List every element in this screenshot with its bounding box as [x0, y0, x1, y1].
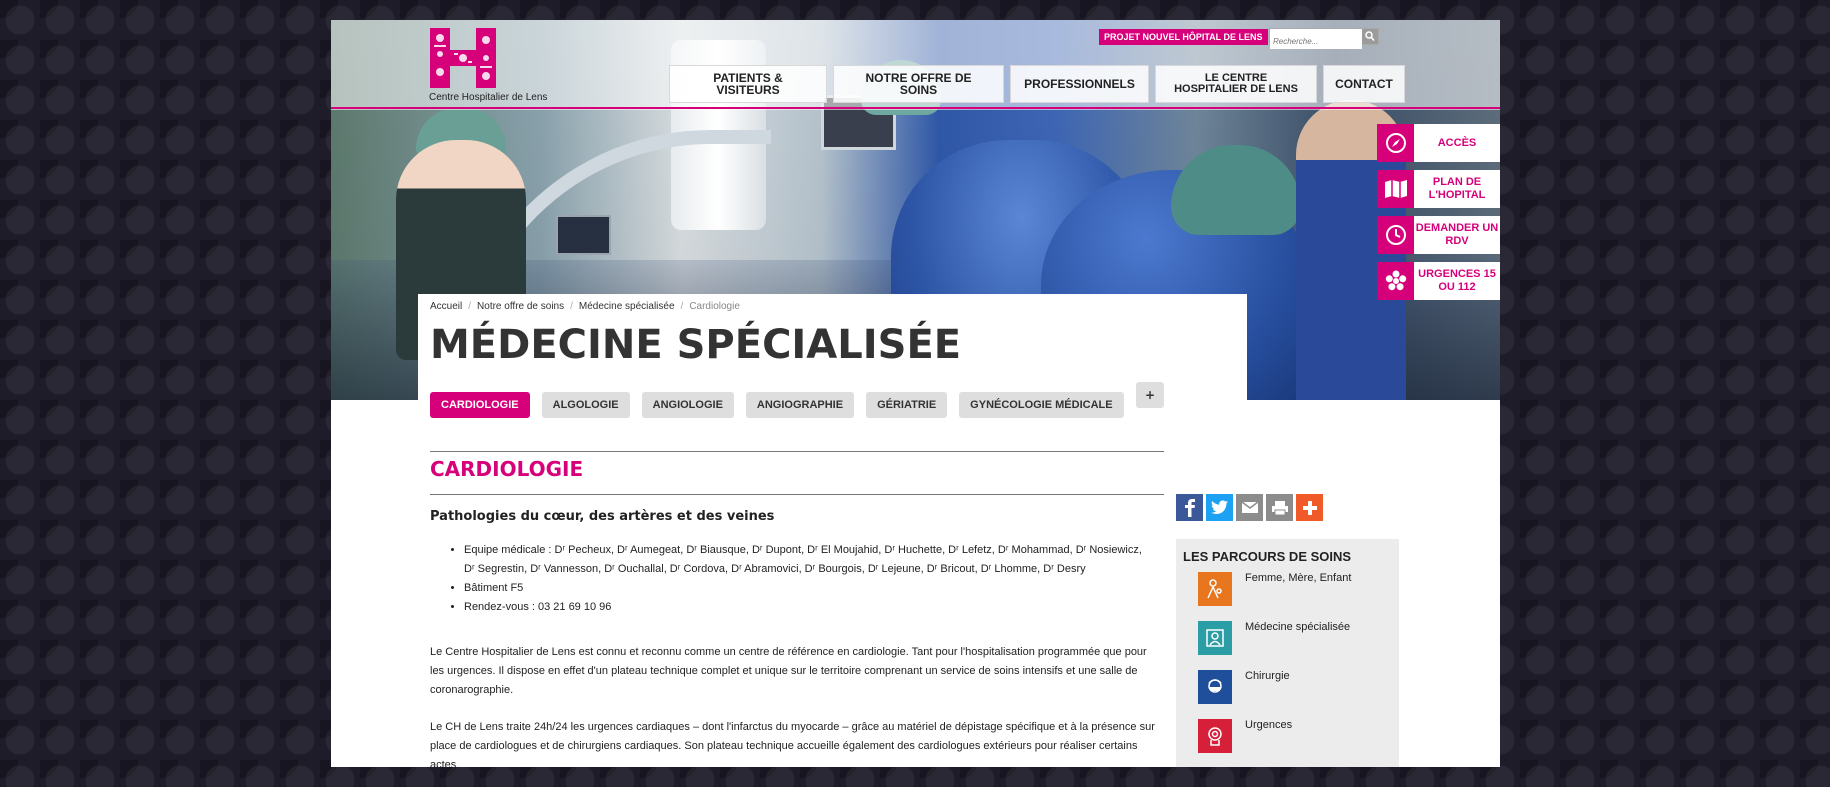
surgeon-icon [1198, 670, 1232, 704]
breadcrumb-medecine[interactable]: Médecine spécialisée [579, 301, 675, 312]
section-subtitle: Pathologies du cœur, des artères et des … [430, 509, 775, 524]
parcours-item-medecine-specialisee[interactable]: Médecine spécialisée [1198, 621, 1388, 657]
tab-gynecologie-medicale[interactable]: GYNÉCOLOGIE MÉDICALE [959, 392, 1124, 418]
quick-link-label: PLAN DE L'HOPITAL [1428, 176, 1486, 201]
tab-cardiologie[interactable]: CARDIOLOGIE [430, 392, 530, 418]
nav-offre-de-soins[interactable]: NOTRE OFFRE DE SOINS [833, 65, 1004, 103]
page: Centre Hospitalier de Lens PROJET NOUVEL… [331, 20, 1500, 767]
breadcrumb-offre[interactable]: Notre offre de soins [477, 301, 564, 312]
parcours-label: Médecine spécialisée [1245, 621, 1351, 633]
email-icon[interactable] [1236, 494, 1263, 521]
main-nav: PATIENTS & VISITEURS NOTRE OFFRE DE SOIN… [669, 65, 1405, 103]
quick-link-label: URGENCES 15 OU 112 [1418, 268, 1496, 293]
breadcrumb-current: Cardiologie [689, 301, 740, 312]
twitter-icon[interactable] [1206, 494, 1233, 521]
tab-angiologie[interactable]: ANGIOLOGIE [641, 392, 734, 418]
quick-link-rdv[interactable]: DEMANDER UN RDV [1377, 216, 1500, 254]
divider [430, 451, 1164, 452]
info-list: Equipe médicale : Dʳ Pecheux, Dʳ Aumegea… [464, 541, 1154, 617]
more-tabs-button[interactable]: + [1136, 382, 1164, 408]
section-title: CARDIOLOGIE [430, 457, 584, 481]
project-new-hospital-button[interactable]: PROJET NOUVEL HÔPITAL DE LENS [1099, 29, 1268, 45]
nav-professionnels[interactable]: PROFESSIONNELS [1010, 65, 1149, 103]
clock-icon [1377, 216, 1414, 254]
parcours-item-femme-mere-enfant[interactable]: Femme, Mère, Enfant [1198, 572, 1388, 608]
facebook-icon[interactable] [1176, 494, 1203, 521]
share-bar [1176, 494, 1323, 521]
parcours-item-urgences[interactable]: Urgences [1198, 719, 1388, 755]
quick-link-label: DEMANDER UN RDV [1415, 222, 1499, 247]
quick-link-acces[interactable]: ACCÈS [1377, 124, 1500, 162]
tab-geriatrie[interactable]: GÉRIATRIE [866, 392, 948, 418]
page-title: MÉDECINE SPÉCIALISÉE [430, 322, 962, 368]
map-icon [1377, 170, 1414, 208]
logo-text: Centre Hospitalier de Lens [429, 92, 548, 103]
breadcrumb: Accueil / Notre offre de soins / Médecine sp… [430, 301, 740, 312]
parcours-de-soins: LES PARCOURS DE SOINS Femme, Mère, Enfan… [1176, 539, 1399, 767]
search-input[interactable] [1270, 34, 1362, 49]
quick-link-urgences[interactable]: URGENCES 15 OU 112 [1377, 262, 1500, 300]
nav-patients-visiteurs[interactable]: PATIENTS & VISITEURS [669, 65, 827, 103]
asterisk-icon [1377, 262, 1414, 300]
emergency-icon [1198, 719, 1232, 753]
logo[interactable] [430, 28, 500, 91]
print-icon[interactable] [1266, 494, 1293, 521]
logo-icon [430, 28, 496, 88]
divider [430, 494, 1164, 495]
breadcrumb-home[interactable]: Accueil [430, 301, 462, 312]
info-building: Bâtiment F5 [464, 579, 1154, 598]
nav-centre-hospitalier[interactable]: LE CENTRE HOSPITALIER DE LENS [1155, 65, 1317, 103]
search-icon [1365, 31, 1375, 42]
parcours-label: Chirurgie [1245, 670, 1290, 682]
mother-child-icon [1198, 572, 1232, 606]
info-appointment: Rendez-vous : 03 21 69 10 96 [464, 598, 1154, 617]
specialty-tabs: CARDIOLOGIE ALGOLOGIE ANGIOLOGIE ANGIOGR… [430, 392, 1124, 418]
medicine-icon [1198, 621, 1232, 655]
info-medical-team: Equipe médicale : Dʳ Pecheux, Dʳ Aumegea… [464, 541, 1154, 579]
search-button[interactable] [1362, 29, 1378, 44]
nav-contact[interactable]: CONTACT [1323, 65, 1405, 103]
parcours-label: Femme, Mère, Enfant [1245, 572, 1352, 584]
quick-link-label: ACCÈS [1437, 136, 1477, 149]
parcours-label: Urgences [1245, 719, 1293, 731]
quick-link-plan[interactable]: PLAN DE L'HOPITAL [1377, 170, 1500, 208]
tab-angiographie[interactable]: ANGIOGRAPHIE [745, 392, 855, 418]
header-divider [331, 107, 1500, 109]
compass-icon [1377, 124, 1414, 162]
parcours-title: LES PARCOURS DE SOINS [1183, 549, 1352, 564]
parcours-item-chirurgie[interactable]: Chirurgie [1198, 670, 1388, 706]
paragraph: Le CH de Lens traite 24h/24 les urgences… [430, 721, 1155, 767]
plus-share-icon[interactable] [1296, 494, 1323, 521]
search-box [1269, 28, 1379, 49]
quick-links: ACCÈS PLAN DE L'HOPITAL DEMANDER UN RDV … [1377, 124, 1500, 308]
tab-algologie[interactable]: ALGOLOGIE [541, 392, 630, 418]
paragraph: Le Centre Hospitalier de Lens est connu … [430, 646, 1147, 696]
